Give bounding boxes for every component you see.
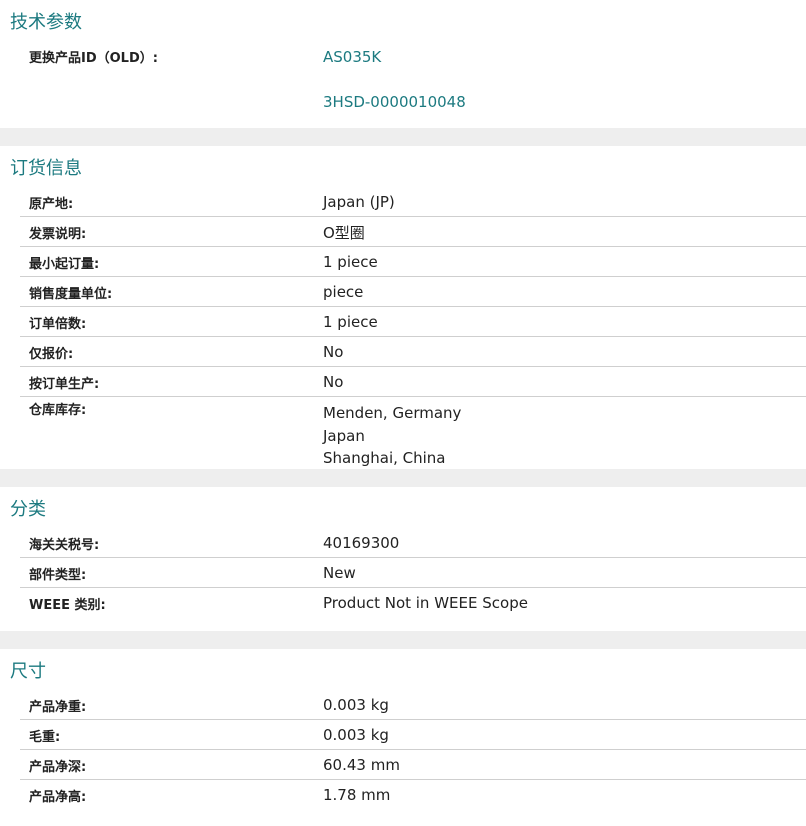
spec-value: piece	[323, 283, 364, 301]
spec-row: 产品净高: 1.78 mm	[0, 780, 806, 810]
spec-value: 0.003 kg	[323, 726, 389, 744]
spec-label: 原产地:	[29, 196, 74, 212]
section-technical-parameters: 技术参数 更换产品ID（OLD）: AS035K 3HSD-0000010048	[0, 0, 806, 128]
spec-value: Product Not in WEEE Scope	[323, 594, 528, 612]
spec-label: 产品净重:	[29, 699, 87, 715]
spec-value: No	[323, 373, 344, 391]
spec-row: 毛重: 0.003 kg	[0, 720, 806, 750]
spec-row-replacement-id: 更换产品ID（OLD）: AS035K 3HSD-0000010048	[0, 47, 806, 112]
spec-label: 最小起订量:	[29, 256, 100, 272]
spec-label: 更换产品ID（OLD）:	[29, 51, 158, 66]
spec-value: No	[323, 343, 344, 361]
spec-label: 毛重:	[29, 729, 61, 745]
section-ordering-info: 订货信息 原产地: Japan (JP) 发票说明: O型圈 最小起订量: 1 …	[0, 146, 806, 469]
section-title-ordering: 订货信息	[10, 158, 82, 179]
spec-row: 海关关税号: 40169300	[0, 528, 806, 558]
spec-label: 仅报价:	[29, 346, 74, 362]
section-title-classification: 分类	[10, 499, 46, 520]
spec-row: WEEE 类别: Product Not in WEEE Scope	[0, 588, 806, 618]
spec-row: 产品净重: 0.003 kg	[0, 690, 806, 720]
spec-label: WEEE 类别:	[29, 597, 106, 613]
spec-label: 产品净深:	[29, 759, 87, 775]
spec-value: 60.43 mm	[323, 756, 400, 774]
spec-row: 产品净深: 60.43 mm	[0, 750, 806, 780]
replacement-id-link-2[interactable]: 3HSD-0000010048	[323, 92, 466, 112]
warehouse-location: Japan	[323, 426, 365, 445]
spec-value: O型圈	[323, 223, 365, 242]
spec-label: 订单倍数:	[29, 316, 87, 332]
spec-label: 按订单生产:	[29, 376, 100, 392]
spec-value: New	[323, 564, 356, 582]
spec-row-warehouse: 仓库库存: Menden, Germany Japan Shanghai, Ch…	[0, 397, 806, 470]
spec-row: 仅报价: No	[0, 337, 806, 367]
spec-row: 部件类型: New	[0, 558, 806, 588]
spec-value-list: Menden, Germany Japan Shanghai, China	[323, 402, 461, 470]
spec-label: 产品净高:	[29, 789, 87, 805]
spec-row: 最小起订量: 1 piece	[0, 247, 806, 277]
warehouse-location: Shanghai, China	[323, 449, 446, 467]
section-title-dimensions: 尺寸	[10, 661, 46, 682]
section-title-technical: 技术参数	[10, 12, 82, 33]
section-dimensions: 尺寸 产品净重: 0.003 kg 毛重: 0.003 kg 产品净深: 60.…	[0, 649, 806, 826]
section-classification: 分类 海关关税号: 40169300 部件类型: New WEEE 类别: Pr…	[0, 487, 806, 631]
spec-value: 40169300	[323, 534, 400, 552]
spec-value[interactable]: AS035K 3HSD-0000010048	[323, 47, 466, 112]
replacement-id-link-1[interactable]: AS035K	[323, 47, 466, 67]
spec-row: 销售度量单位: piece	[0, 277, 806, 307]
spec-value: 1 piece	[323, 313, 378, 331]
spec-row: 发票说明: O型圈	[0, 217, 806, 247]
spec-value: 0.003 kg	[323, 696, 389, 714]
spec-row: 按订单生产: No	[0, 367, 806, 397]
warehouse-location: Menden, Germany	[323, 404, 462, 422]
spec-label: 仓库库存:	[29, 403, 87, 418]
spec-row: 订单倍数: 1 piece	[0, 307, 806, 337]
spec-value: 1.78 mm	[323, 786, 391, 804]
spec-row: 原产地: Japan (JP)	[0, 187, 806, 217]
spec-label: 销售度量单位:	[29, 286, 113, 302]
spec-label: 海关关税号:	[29, 537, 100, 553]
spec-value: 1 piece	[323, 253, 378, 271]
spec-label: 部件类型:	[29, 567, 87, 583]
spec-value: Japan (JP)	[323, 193, 395, 211]
spec-label: 发票说明:	[29, 226, 87, 242]
